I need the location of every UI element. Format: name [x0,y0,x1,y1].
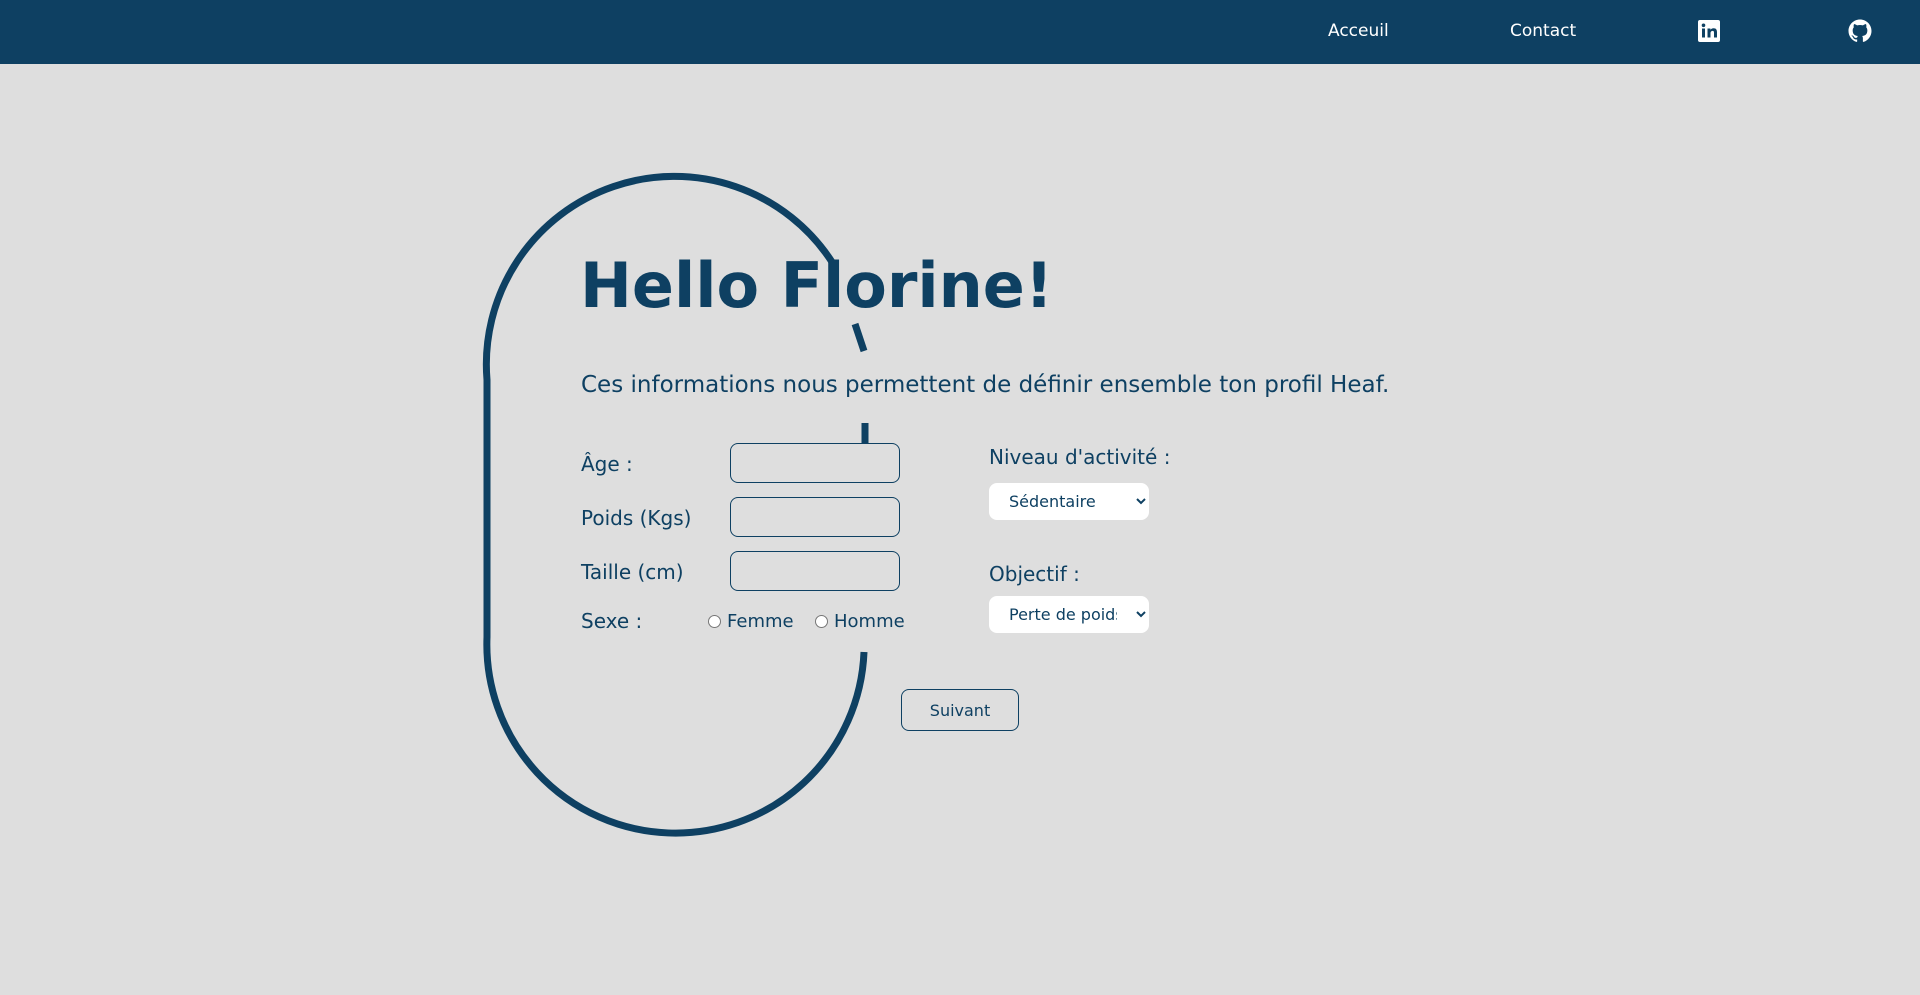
page-title: Hello Florine! [580,249,1054,322]
weight-input[interactable] [730,497,900,537]
sex-option-homme[interactable]: Homme [815,611,905,632]
sex-radio-homme[interactable] [815,615,828,628]
sex-option-femme[interactable]: Femme [708,611,794,632]
age-input[interactable] [730,443,900,483]
sex-option-femme-label: Femme [727,611,794,632]
sex-label: Sexe : [581,609,643,633]
goal-label: Objectif : [989,562,1080,586]
sex-radio-femme[interactable] [708,615,721,628]
next-button[interactable]: Suivant [901,689,1019,731]
height-input[interactable] [730,551,900,591]
activity-label: Niveau d'activité : [989,445,1171,469]
age-label: Âge : [581,452,633,476]
sex-option-homme-label: Homme [834,611,905,632]
activity-select[interactable]: Sédentaire [989,483,1149,520]
page-subtitle: Ces informations nous permettent de défi… [581,372,1390,398]
height-label: Taille (cm) [581,560,684,584]
goal-select[interactable]: Perte de poids [989,596,1149,633]
decorative-pill-outline [482,173,869,837]
weight-label: Poids (Kgs) [581,506,692,530]
